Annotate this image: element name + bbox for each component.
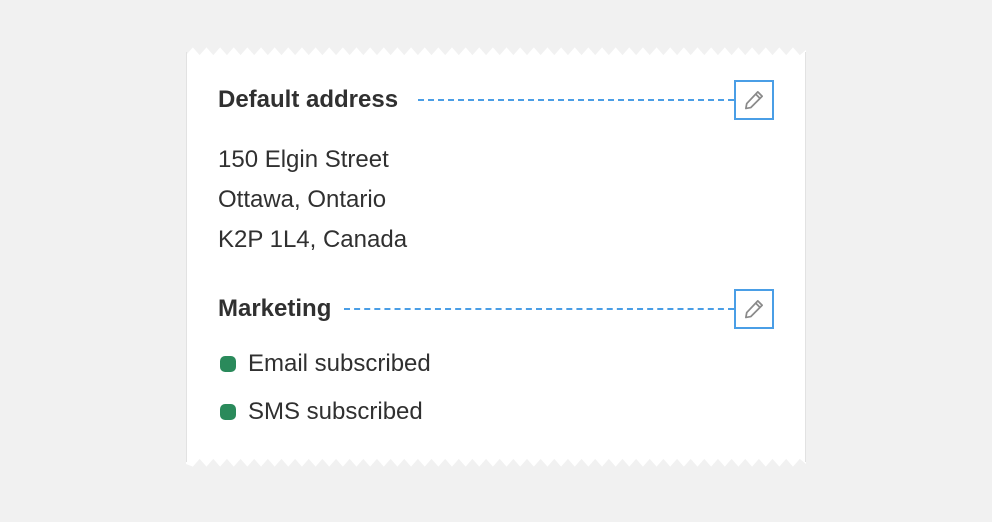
email-status-dot xyxy=(220,356,236,372)
address-line-3: K2P 1L4, Canada xyxy=(218,226,408,253)
marketing-section-header: Marketing xyxy=(218,289,774,329)
address-leader-line xyxy=(418,99,734,101)
address-block: 150 Elgin Street Ottawa, Ontario K2P 1L4… xyxy=(218,140,407,260)
marketing-section-title: Marketing xyxy=(218,295,334,323)
address-section-title: Default address xyxy=(218,86,401,114)
canvas: Default address 150 Elgin Street Ottawa,… xyxy=(0,0,992,522)
email-status: Email subscribed xyxy=(218,346,431,382)
pencil-icon xyxy=(745,300,763,319)
edit-marketing-button[interactable] xyxy=(734,289,774,329)
marketing-leader-line xyxy=(344,308,734,310)
address-line-1: 150 Elgin Street xyxy=(218,146,389,173)
edit-address-button[interactable] xyxy=(734,80,774,120)
address-section-header: Default address xyxy=(218,80,774,120)
email-status-label: Email subscribed xyxy=(248,350,431,377)
sms-status-label: SMS subscribed xyxy=(248,398,423,425)
address-line-2: Ottawa, Ontario xyxy=(218,186,387,213)
sms-status-dot xyxy=(220,404,236,420)
pencil-icon xyxy=(745,91,763,110)
sms-status: SMS subscribed xyxy=(218,394,423,430)
